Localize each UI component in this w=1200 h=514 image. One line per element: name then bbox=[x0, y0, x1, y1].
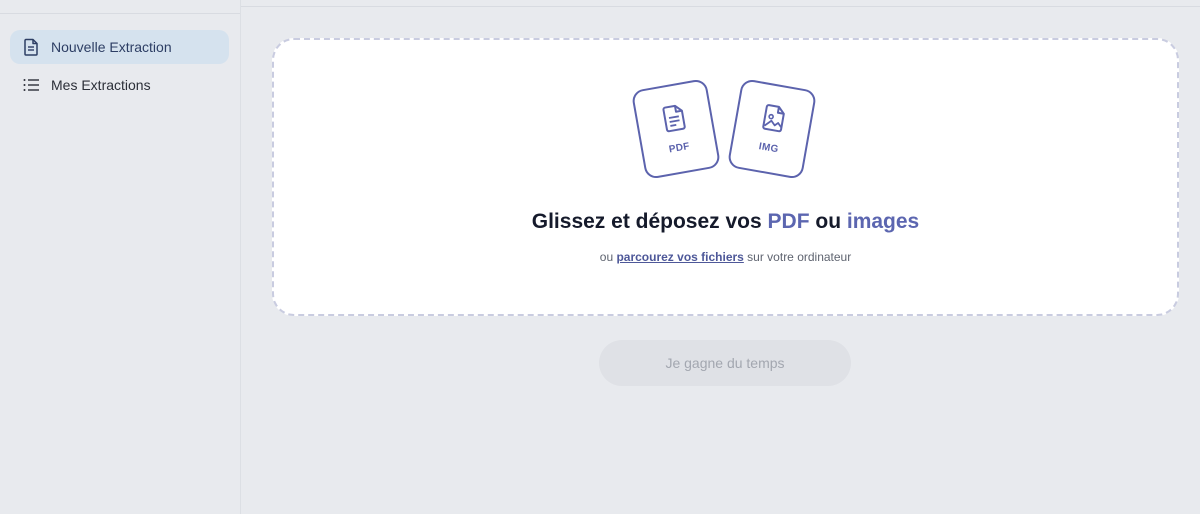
subtitle-text: sur votre ordinateur bbox=[743, 250, 852, 264]
card-label: PDF bbox=[668, 140, 691, 156]
sidebar: Nouvelle Extraction Mes Extractions bbox=[0, 0, 241, 514]
sidebar-item-label: Mes Extractions bbox=[51, 77, 151, 93]
title-pdf: PDF bbox=[767, 210, 810, 233]
title-images: images bbox=[846, 210, 920, 233]
sidebar-divider bbox=[0, 13, 240, 14]
title-text: ou bbox=[809, 210, 847, 233]
img-card: IMG bbox=[726, 78, 818, 180]
pdf-card: PDF bbox=[630, 78, 722, 180]
title-text: Glissez et déposez vos bbox=[531, 210, 768, 233]
list-icon bbox=[22, 76, 40, 94]
document-icon bbox=[22, 38, 40, 56]
file-text-icon bbox=[660, 102, 689, 139]
sidebar-item-label: Nouvelle Extraction bbox=[51, 39, 172, 55]
card-label: IMG bbox=[757, 141, 780, 156]
sidebar-item-nouvelle-extraction[interactable]: Nouvelle Extraction bbox=[10, 30, 229, 64]
file-dropzone[interactable]: PDF IMG Glissez et déposez vos PDF ou im… bbox=[272, 38, 1179, 316]
submit-button[interactable]: Je gagne du temps bbox=[599, 340, 851, 386]
header-divider bbox=[241, 6, 1200, 7]
dropzone-subtitle: ou parcourez vos fichiers sur votre ordi… bbox=[274, 250, 1177, 264]
sidebar-item-mes-extractions[interactable]: Mes Extractions bbox=[10, 68, 229, 102]
file-image-icon bbox=[759, 102, 788, 139]
browse-files-link[interactable]: parcourez vos fichiers bbox=[616, 250, 743, 264]
subtitle-text: ou bbox=[599, 250, 617, 264]
dropzone-title: Glissez et déposez vos PDF ou images bbox=[274, 210, 1177, 234]
